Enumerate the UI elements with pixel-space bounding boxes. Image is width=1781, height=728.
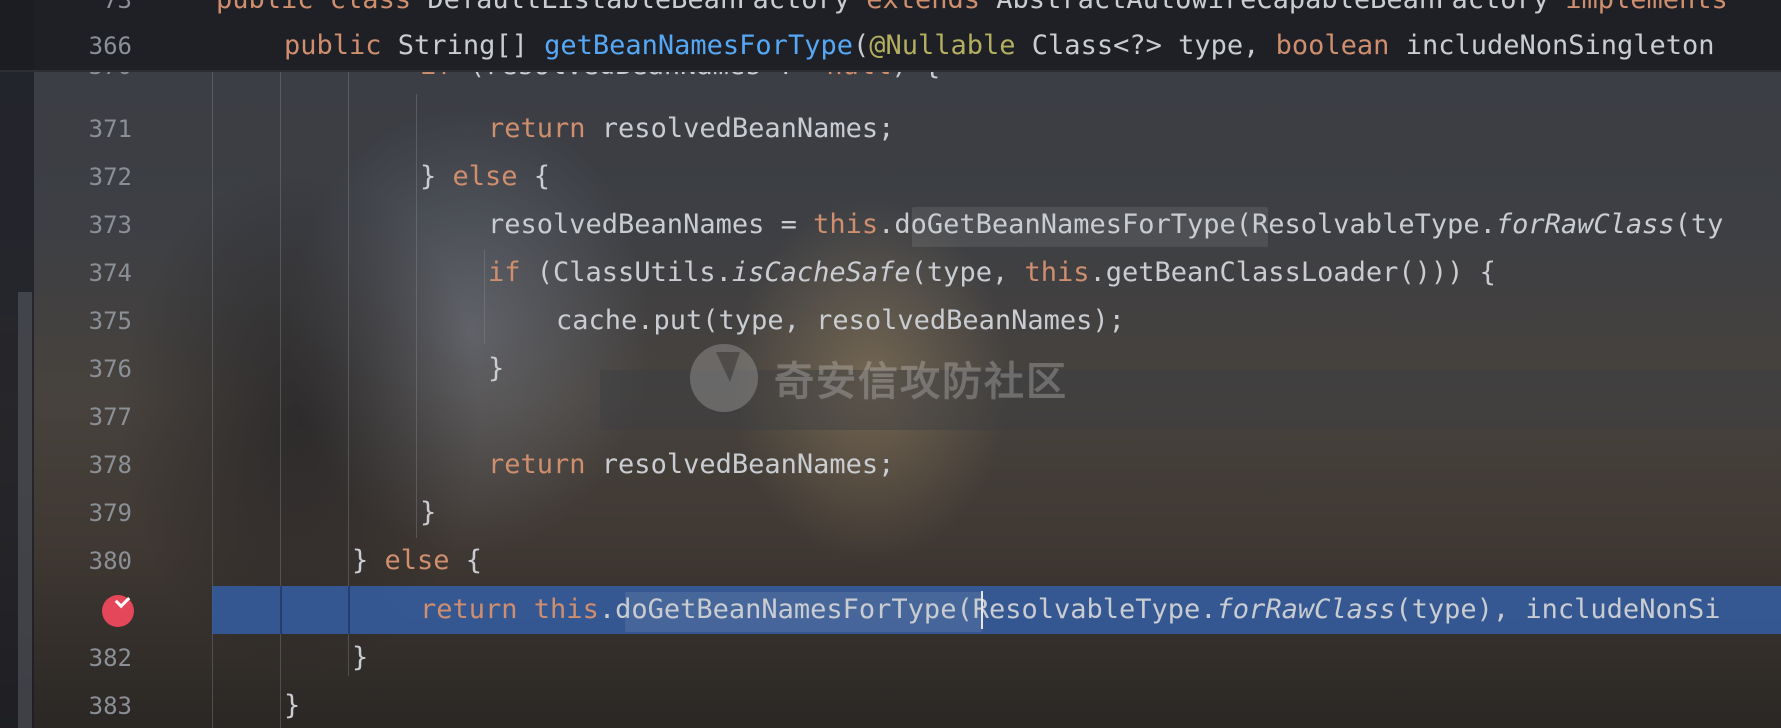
code-token: (ResolvableType. [956, 594, 1217, 625]
line-number[interactable]: 373 [34, 201, 132, 249]
code-token: resolvedBeanNames = [488, 209, 814, 240]
line-number[interactable]: 370 [34, 70, 132, 90]
code-token: } [420, 497, 437, 528]
code-token: } [420, 161, 453, 192]
code-token: } [352, 545, 385, 576]
code-token: ( [852, 30, 870, 61]
code-token: } [352, 642, 369, 673]
code-token: class [330, 0, 428, 15]
code-line-current[interactable]: return this.doGetBeanNamesForType(Resolv… [0, 586, 1781, 634]
code-token: includeNonSingleton [1405, 30, 1715, 61]
code-token: .doGetBeanNamesForType [878, 209, 1236, 240]
code-token: .getBeanClassLoader())) { [1089, 257, 1496, 288]
code-token: implements [1565, 0, 1728, 15]
line-number[interactable]: 382 [34, 634, 132, 682]
code-text[interactable]: } [488, 345, 504, 393]
code-line[interactable]: 371 return resolvedBeanNames; [0, 105, 1781, 153]
code-token: boolean [1275, 30, 1406, 61]
line-number[interactable]: 371 [34, 105, 132, 153]
code-token: else [452, 161, 534, 192]
line-number[interactable]: 375 [34, 297, 132, 345]
breakpoint-icon[interactable] [102, 592, 134, 627]
code-text[interactable]: return this.doGetBeanNamesForType(Resolv… [420, 586, 1720, 634]
code-token: (ResolvableType. [1235, 209, 1496, 240]
code-token: resolvedBeanNames; [601, 449, 895, 480]
code-line[interactable]: 378 return resolvedBeanNames; [0, 441, 1781, 489]
code-token: { [465, 545, 483, 576]
code-token: DefaultListableBeanFactory [427, 0, 866, 15]
line-number[interactable]: 73 [34, 0, 132, 24]
code-token: resolvedBeanNames; [601, 113, 895, 144]
code-token: { [533, 161, 551, 192]
code-token: this [813, 209, 879, 240]
sticky-method-declaration[interactable]: public String[] getBeanNamesForType(@Nul… [284, 22, 1715, 70]
code-line[interactable]: 382 } [0, 634, 1781, 682]
line-number[interactable]: 377 [34, 393, 132, 441]
code-token: (type, [910, 257, 1025, 288]
code-token: (ClassUtils. [536, 257, 732, 288]
code-text[interactable]: return resolvedBeanNames; [488, 105, 894, 153]
code-token: return [488, 449, 602, 480]
code-token: this [533, 594, 599, 625]
code-text[interactable]: if (ClassUtils.isCacheSafe(type, this.ge… [488, 249, 1496, 297]
line-number[interactable]: 366 [34, 22, 132, 70]
code-token: return [420, 594, 534, 625]
code-text[interactable]: } [420, 489, 436, 537]
code-token: Class<?> type, [1031, 30, 1276, 61]
code-line[interactable]: 377 [0, 393, 1781, 441]
code-token: isCacheSafe [731, 257, 911, 288]
code-token: public [284, 30, 398, 61]
code-text[interactable]: cache.put(type, resolvedBeanNames); [556, 297, 1125, 345]
code-token: AbstractAutowireCapableBeanFactory [996, 0, 1565, 15]
line-number[interactable]: 376 [34, 345, 132, 393]
code-token: cache.put(type, resolvedBeanNames); [556, 305, 1125, 336]
code-token: String[] [397, 30, 545, 61]
line-number[interactable]: 379 [34, 489, 132, 537]
text-caret [981, 591, 983, 629]
code-line[interactable]: 374 if (ClassUtils.isCacheSafe(type, thi… [0, 249, 1781, 297]
code-token: } [284, 690, 301, 721]
code-token: public [216, 0, 330, 15]
code-line-partial: 370 if (resolvedBeanNames != null) { [0, 70, 1781, 94]
line-number[interactable]: 374 [34, 249, 132, 297]
code-text[interactable]: resolvedBeanNames = this.doGetBeanNamesF… [488, 201, 1723, 249]
line-number[interactable]: 378 [34, 441, 132, 489]
code-text[interactable]: return resolvedBeanNames; [488, 441, 894, 489]
code-line[interactable]: 375 cache.put(type, resolvedBeanNames); [0, 297, 1781, 345]
code-token: extends [866, 0, 996, 15]
code-line[interactable]: 376 } [0, 345, 1781, 393]
code-text[interactable]: if (resolvedBeanNames != null) { [420, 70, 940, 90]
line-number[interactable]: 383 [34, 682, 132, 728]
code-text[interactable]: } [284, 682, 300, 728]
code-line[interactable]: 373 resolvedBeanNames = this.doGetBeanNa… [0, 201, 1781, 249]
code-token: .doGetBeanNamesForType [598, 594, 957, 625]
code-token: return [488, 113, 602, 144]
line-number[interactable]: 380 [34, 537, 132, 585]
code-line[interactable]: 372 } else { [0, 153, 1781, 201]
code-token: forRawClass [1216, 594, 1396, 625]
code-token: if [488, 257, 537, 288]
code-token: forRawClass [1495, 209, 1675, 240]
code-token: (ty [1674, 209, 1724, 240]
code-editor[interactable]: 奇安信攻防社区 370 if (resolvedBeanNames != nul… [0, 0, 1781, 728]
sticky-class-declaration[interactable]: public class DefaultListableBeanFactory … [216, 0, 1728, 24]
code-token: else [384, 545, 466, 576]
sticky-scroll-header[interactable]: 73 public class DefaultListableBeanFacto… [0, 0, 1781, 72]
code-text[interactable]: } [352, 634, 368, 682]
code-text[interactable]: } else { [352, 537, 482, 585]
code-token: } [488, 353, 505, 384]
code-token: (type), includeNonSi [1395, 594, 1721, 625]
code-line[interactable]: 379 } [0, 489, 1781, 537]
code-token: @Nullable [869, 30, 1032, 61]
code-token: this [1024, 257, 1090, 288]
code-line[interactable]: 383 } [0, 682, 1781, 728]
code-text[interactable]: } else { [420, 153, 550, 201]
code-token: getBeanNamesForType [544, 30, 853, 61]
code-line[interactable]: 380 } else { [0, 537, 1781, 585]
line-number[interactable]: 372 [34, 153, 132, 201]
